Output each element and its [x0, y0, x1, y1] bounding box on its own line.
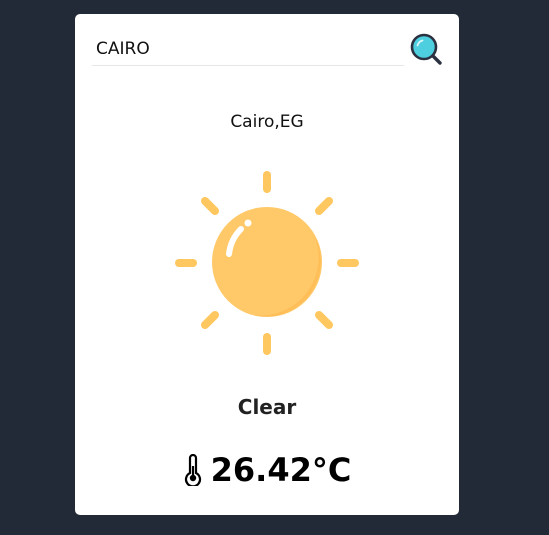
temperature-value: 26.42°C — [210, 451, 352, 489]
weather-condition: Clear — [237, 395, 297, 419]
weather-icon — [175, 171, 359, 355]
temperature-row: 26.42°C — [75, 448, 459, 492]
sun-icon — [175, 171, 359, 355]
search-button[interactable] — [409, 32, 445, 68]
search-icon — [410, 33, 442, 65]
location-label: Cairo,EG — [230, 112, 304, 132]
weather-card: Cairo,EG Clear — [75, 14, 459, 515]
thermometer-icon — [183, 454, 203, 486]
city-search-input[interactable] — [92, 32, 404, 66]
search-bar — [92, 32, 445, 68]
